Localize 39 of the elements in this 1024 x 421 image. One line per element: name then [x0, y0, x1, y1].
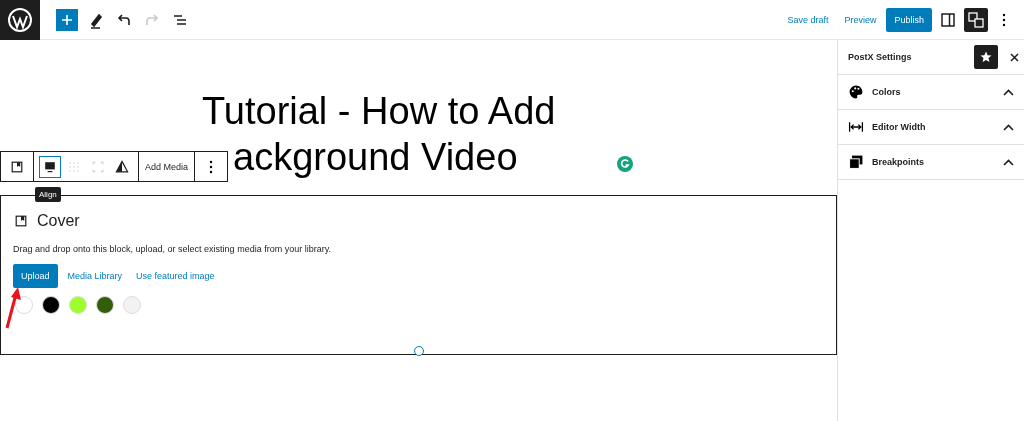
add-block-button[interactable] — [56, 8, 78, 31]
sidebar-title: PostX Settings — [848, 52, 913, 62]
save-draft-button[interactable]: Save draft — [781, 10, 835, 29]
panel-label: Editor Width — [872, 122, 927, 132]
tooltip: Align — [35, 187, 61, 202]
wordpress-logo-icon[interactable] — [0, 0, 40, 40]
breakpoints-icon — [848, 154, 864, 170]
preview-button[interactable]: Preview — [838, 10, 883, 29]
resize-handle[interactable] — [414, 346, 424, 356]
color-swatch[interactable] — [96, 296, 114, 314]
color-swatch[interactable] — [69, 296, 87, 314]
block-title: Cover — [37, 212, 80, 230]
color-swatch[interactable] — [15, 296, 33, 314]
settings-panel[interactable]: Editor Width — [838, 110, 1024, 145]
width-icon — [848, 119, 864, 135]
color-swatch[interactable] — [123, 296, 141, 314]
publish-button[interactable]: Publish — [886, 7, 932, 32]
align-icon[interactable] — [39, 155, 61, 178]
chevron-up-icon — [1003, 158, 1014, 166]
settings-panel[interactable]: Breakpoints — [838, 145, 1024, 180]
post-title-line[interactable]: ackground Video — [233, 134, 518, 180]
panel-label: Breakpoints — [872, 157, 925, 167]
upload-button[interactable]: Upload — [13, 264, 58, 288]
squares-icon[interactable] — [964, 7, 988, 32]
featured-image-link[interactable]: Use featured image — [132, 271, 219, 281]
media-library-link[interactable]: Media Library — [63, 271, 127, 281]
cover-icon — [13, 213, 29, 229]
chevron-up-icon — [1003, 123, 1014, 131]
chevron-up-icon — [1003, 88, 1014, 96]
panel-label: Colors — [872, 87, 902, 97]
post-title-line[interactable]: Tutorial - How to Add — [202, 88, 622, 134]
palette-icon — [848, 84, 864, 100]
block-instructions: Drag and drop onto this block, upload, or select existing media from your library. — [13, 244, 332, 254]
plus-icon — [61, 13, 73, 26]
grammarly-icon[interactable] — [617, 156, 633, 172]
settings-panel[interactable]: Colors — [838, 75, 1024, 110]
annotation-arrow — [4, 286, 22, 330]
color-swatch[interactable] — [42, 296, 60, 314]
add-media-button[interactable]: Add Media — [141, 161, 193, 172]
